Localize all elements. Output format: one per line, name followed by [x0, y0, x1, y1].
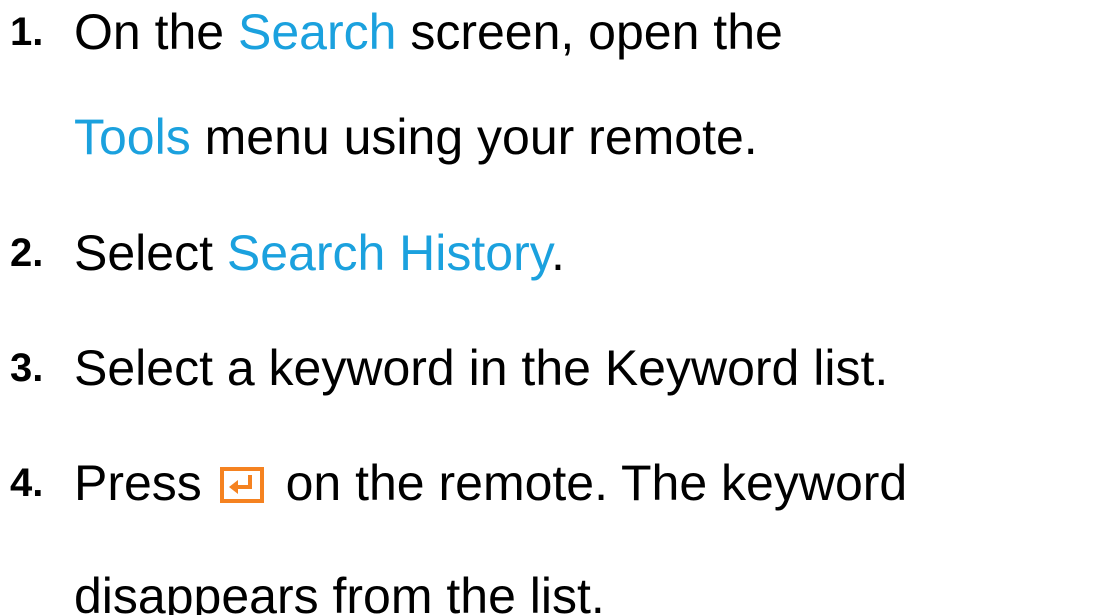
- tools-menu-term: Tools: [74, 109, 191, 165]
- step-2-line: Select Search History.: [74, 223, 565, 283]
- step-text: screen, open the: [396, 4, 783, 60]
- search-history-term: Search History: [226, 225, 552, 281]
- step-4-line-1: Press on the remote. The keyword: [74, 453, 907, 513]
- step-number: 3.: [10, 346, 44, 390]
- step-text: .: [551, 225, 565, 281]
- step-text: menu using your remote.: [190, 109, 758, 165]
- step-text: On the: [74, 4, 238, 60]
- step-text: Press: [74, 455, 216, 511]
- step-3-line: Select a keyword in the Keyword list.: [74, 340, 889, 396]
- step-text: on the remote. The keyword: [271, 455, 908, 511]
- instruction-steps: 1. On the Search screen, open the Tools …: [0, 0, 1095, 615]
- step-number: 4.: [10, 461, 44, 505]
- step-number: 1.: [10, 10, 44, 54]
- search-screen-term: Search: [238, 4, 397, 60]
- step-text: Select: [74, 225, 227, 281]
- step-number: 2.: [10, 231, 44, 275]
- step-1-line-1: On the Search screen, open the: [74, 2, 783, 62]
- step-4-line-2: disappears from the list.: [74, 568, 605, 615]
- enter-button-icon: [219, 467, 264, 503]
- step-1-line-2: Tools menu using your remote.: [74, 107, 758, 167]
